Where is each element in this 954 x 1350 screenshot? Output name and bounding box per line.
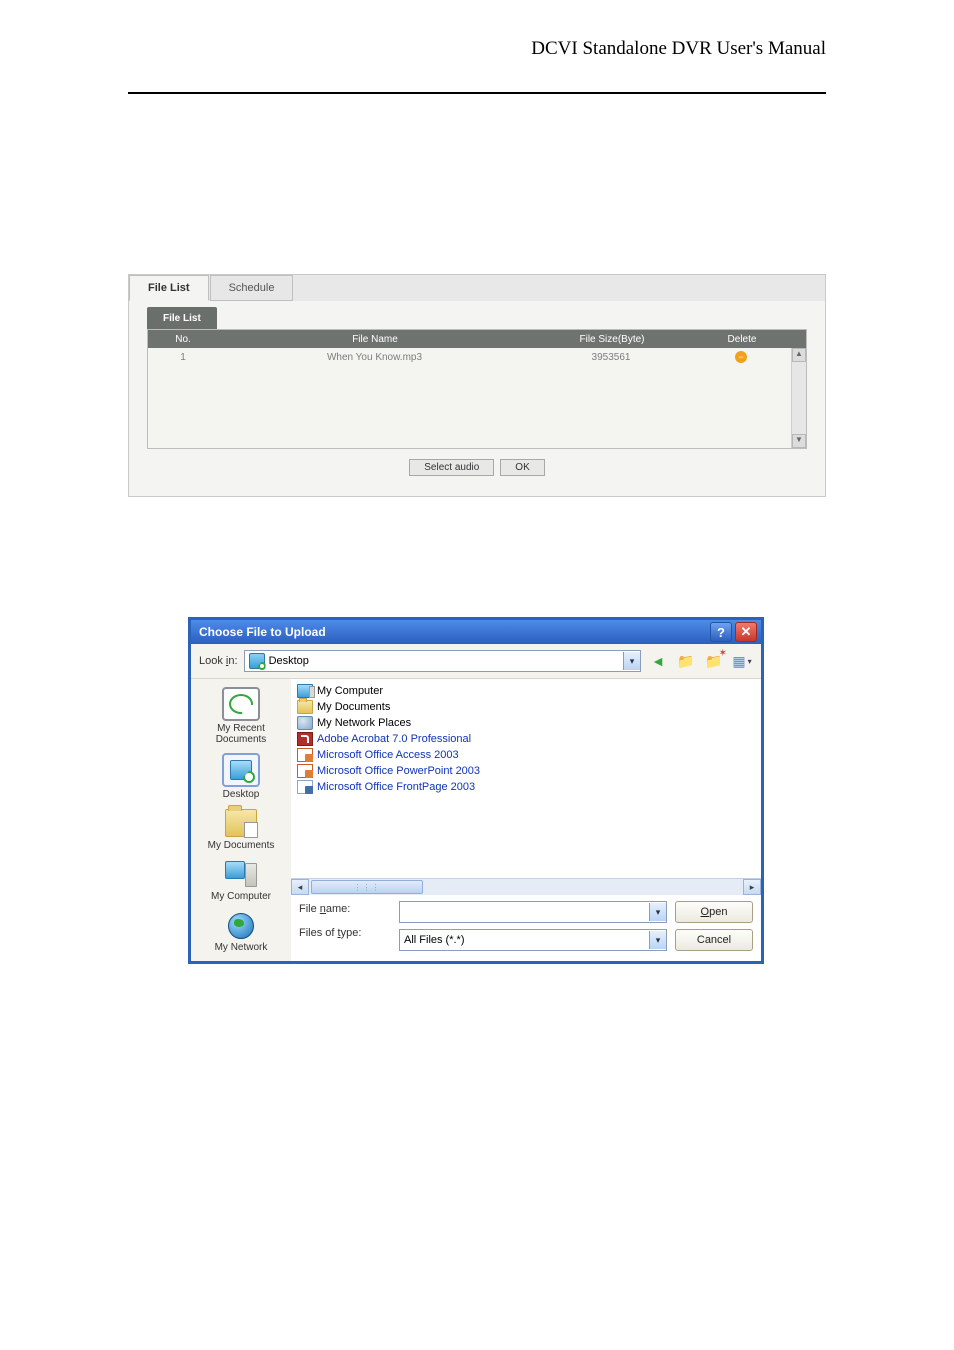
table-row[interactable]: 1 When You Know.mp3 3953561 −: [148, 348, 791, 366]
new-folder-icon[interactable]: 📁✶: [703, 650, 725, 672]
file-name-label: File name:: [299, 903, 391, 915]
close-icon[interactable]: ✕: [735, 622, 757, 642]
place-mycomp-label: My Computer: [211, 891, 271, 902]
delete-icon[interactable]: −: [735, 351, 747, 363]
list-item[interactable]: Microsoft Office FrontPage 2003: [297, 779, 755, 795]
back-icon[interactable]: ◄: [647, 650, 669, 672]
horizontal-scrollbar[interactable]: ◂ ⋮⋮⋮ ▸: [291, 878, 761, 895]
ms-powerpoint-icon: [297, 764, 313, 778]
list-item[interactable]: My Computer: [297, 683, 755, 699]
cancel-button[interactable]: Cancel: [675, 929, 753, 951]
my-documents-icon: [225, 809, 257, 837]
list-item-label: My Documents: [317, 701, 390, 713]
cell-delete[interactable]: −: [691, 351, 791, 363]
list-item-label: Microsoft Office FrontPage 2003: [317, 781, 475, 793]
list-item-label: Microsoft Office Access 2003: [317, 749, 459, 761]
place-recent[interactable]: My Recent Documents: [191, 687, 291, 745]
file-list-panel: File List Schedule File List No. File Na…: [128, 274, 826, 497]
scroll-down-icon[interactable]: ▼: [792, 434, 806, 448]
col-no: No.: [148, 334, 218, 345]
header-rule: [128, 92, 826, 94]
list-item[interactable]: Microsoft Office Access 2003: [297, 747, 755, 763]
chevron-down-icon[interactable]: ▾: [649, 931, 666, 949]
ms-access-icon: [297, 748, 313, 762]
ok-button[interactable]: OK: [500, 459, 544, 476]
cell-no: 1: [148, 352, 218, 363]
dialog-title: Choose File to Upload: [199, 625, 326, 639]
select-audio-button[interactable]: Select audio: [409, 459, 494, 476]
scroll-left-icon[interactable]: ◂: [291, 879, 309, 895]
file-list-view[interactable]: My Computer My Documents My Network Plac…: [291, 679, 761, 878]
file-type-value: All Files (*.*): [404, 934, 465, 946]
my-network-icon: [226, 911, 256, 939]
scroll-thumb[interactable]: ⋮⋮⋮: [311, 880, 423, 894]
file-name-input[interactable]: ▾: [399, 901, 667, 923]
file-table-scrollbar[interactable]: ▲ ▼: [791, 348, 806, 448]
scroll-up-icon[interactable]: ▲: [792, 348, 806, 362]
list-item-label: Adobe Acrobat 7.0 Professional: [317, 733, 471, 745]
scroll-right-icon[interactable]: ▸: [743, 879, 761, 895]
list-item-label: My Network Places: [317, 717, 411, 729]
place-network[interactable]: My Network: [215, 910, 268, 953]
places-bar: My Recent Documents Desktop My Documents…: [191, 679, 291, 961]
cell-size: 3953561: [531, 352, 691, 363]
list-item-label: Microsoft Office PowerPoint 2003: [317, 765, 480, 777]
file-type-label: Files of type:: [299, 927, 391, 939]
col-delete: Delete: [692, 334, 792, 345]
place-desktop[interactable]: Desktop: [222, 753, 260, 800]
place-desktop-label: Desktop: [223, 789, 260, 800]
tab-file-list[interactable]: File List: [129, 275, 209, 301]
col-name: File Name: [218, 334, 532, 345]
page-header-title: DCVI Standalone DVR User's Manual: [531, 38, 826, 60]
folder-icon: [297, 700, 313, 714]
tab-schedule[interactable]: Schedule: [210, 275, 294, 301]
chevron-down-icon[interactable]: ▾: [623, 652, 640, 670]
desktop-icon: [249, 653, 265, 669]
dialog-titlebar[interactable]: Choose File to Upload ? ✕: [191, 620, 761, 644]
recent-documents-icon: [222, 687, 260, 721]
place-mydocs[interactable]: My Documents: [208, 808, 275, 851]
desktop-place-icon: [222, 753, 260, 787]
place-mydocs-label: My Documents: [208, 840, 275, 851]
list-item[interactable]: My Documents: [297, 699, 755, 715]
place-network-label: My Network: [215, 942, 268, 953]
view-menu-icon[interactable]: ▦▾: [731, 650, 753, 672]
ms-frontpage-icon: [297, 780, 313, 794]
list-item-label: My Computer: [317, 685, 383, 697]
file-open-dialog: Choose File to Upload ? ✕ Look in: Deskt…: [188, 617, 764, 964]
place-mycomp[interactable]: My Computer: [211, 859, 271, 902]
cell-name: When You Know.mp3: [218, 352, 531, 363]
open-button[interactable]: Open: [675, 901, 753, 923]
place-recent-label: My Recent Documents: [191, 723, 291, 745]
up-folder-icon[interactable]: 📁: [675, 650, 697, 672]
list-item[interactable]: Adobe Acrobat 7.0 Professional: [297, 731, 755, 747]
file-table: No. File Name File Size(Byte) Delete 1 W…: [147, 329, 807, 449]
list-item[interactable]: My Network Places: [297, 715, 755, 731]
help-icon[interactable]: ?: [710, 622, 732, 642]
chevron-down-icon[interactable]: ▾: [649, 903, 666, 921]
subtab-file-list[interactable]: File List: [147, 307, 217, 329]
col-size: File Size(Byte): [532, 334, 692, 345]
computer-icon: [297, 684, 313, 698]
look-in-label: Look in:: [199, 655, 238, 667]
file-type-select[interactable]: All Files (*.*) ▾: [399, 929, 667, 951]
list-item[interactable]: Microsoft Office PowerPoint 2003: [297, 763, 755, 779]
my-computer-icon: [225, 861, 257, 887]
network-places-icon: [297, 716, 313, 730]
look-in-select[interactable]: Desktop ▾: [244, 650, 641, 672]
acrobat-icon: [297, 732, 313, 746]
look-in-value: Desktop: [269, 655, 309, 667]
